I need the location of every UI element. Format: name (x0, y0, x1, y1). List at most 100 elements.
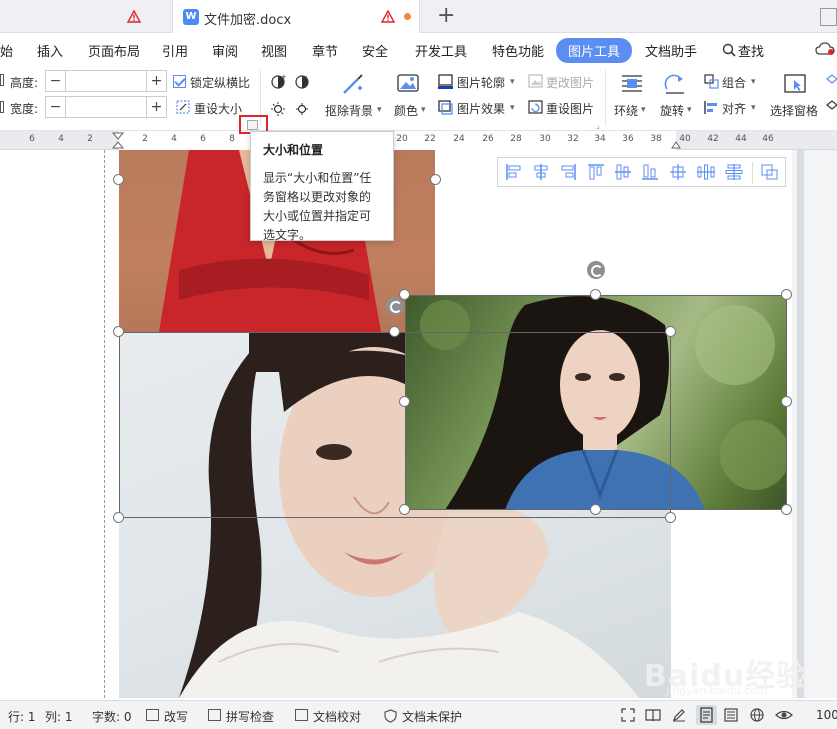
web-view-icon[interactable] (750, 708, 764, 725)
wrap-text-icon[interactable] (620, 73, 644, 98)
menu-start[interactable]: 始 (0, 41, 13, 60)
write-mode-icon[interactable] (672, 708, 686, 725)
menu-picture-tools[interactable]: 图片工具 (556, 38, 633, 63)
resize-handle[interactable] (399, 396, 410, 407)
resize-handle[interactable] (665, 512, 676, 523)
color-icon[interactable] (396, 72, 420, 99)
status-word-count[interactable]: 字数: 0 (92, 708, 132, 725)
group-button[interactable]: 组合 (722, 74, 746, 91)
menu-security[interactable]: 安全 (362, 41, 388, 60)
menu-references[interactable]: 引用 (162, 41, 188, 60)
width-increase-button[interactable]: + (146, 97, 166, 117)
reset-size-button[interactable]: 重设大小 (194, 100, 242, 117)
width-icon (0, 101, 4, 113)
align-left-icon[interactable] (504, 163, 524, 181)
distribute-vertical-icon[interactable] (724, 163, 744, 181)
menu-doc-assistant[interactable]: 文档助手 (645, 41, 697, 60)
align-center-both-icon[interactable] (668, 163, 688, 181)
resize-handle[interactable] (113, 326, 124, 337)
align-right-icon[interactable] (558, 163, 578, 181)
resize-handle[interactable] (590, 504, 601, 515)
tab-active-document[interactable]: W 文件加密.docx (172, 0, 420, 33)
height-input[interactable]: − + (45, 70, 167, 92)
new-tab-button[interactable]: + (437, 5, 455, 27)
status-proofread[interactable]: 文档校对 (313, 708, 361, 725)
resize-handle[interactable] (430, 174, 441, 185)
reset-picture-button[interactable]: 重设图片 (546, 100, 594, 117)
wrap-text-button[interactable]: 环绕 (614, 102, 638, 119)
rotate-handle-icon[interactable] (386, 297, 404, 315)
remove-background-icon[interactable] (340, 71, 366, 100)
resize-handle[interactable] (665, 326, 676, 337)
width-decrease-button[interactable]: − (46, 97, 66, 117)
resize-handle[interactable] (781, 289, 792, 300)
align-center-icon[interactable] (531, 163, 551, 181)
zoom-level[interactable]: 100 (816, 708, 837, 722)
align-middle-icon[interactable] (613, 163, 633, 181)
align-button[interactable]: 对齐 (722, 100, 746, 117)
document-canvas[interactable]: Baidu经验 jingyan.baidu.com (0, 150, 837, 698)
height-decrease-button[interactable]: − (46, 71, 66, 91)
status-protection[interactable]: 文档未保护 (402, 708, 462, 725)
resize-handle[interactable] (781, 396, 792, 407)
resize-handle[interactable] (781, 504, 792, 515)
menu-insert[interactable]: 插入 (37, 41, 63, 60)
menu-dev-tools[interactable]: 开发工具 (415, 41, 467, 60)
cloud-icon[interactable] (815, 42, 835, 59)
window-button[interactable] (820, 8, 837, 26)
ruler-tick: 6 (29, 134, 35, 144)
status-spellcheck[interactable]: 拼写检查 (226, 708, 274, 725)
width-input[interactable]: − + (45, 96, 167, 118)
height-increase-button[interactable]: + (146, 71, 166, 91)
ruler-tick: 34 (594, 134, 606, 144)
ruler-tick: 40 (679, 134, 691, 144)
remove-background-button[interactable]: 抠除背景 (325, 102, 373, 119)
rotate-handle-icon[interactable] (587, 261, 605, 279)
menu-view[interactable]: 视图 (261, 41, 287, 60)
menu-features[interactable]: 特色功能 (492, 41, 544, 60)
menu-review[interactable]: 审阅 (212, 41, 238, 60)
brightness-up-icon[interactable] (270, 100, 286, 119)
fullscreen-icon[interactable] (621, 708, 635, 725)
vertical-scrollbar[interactable] (797, 150, 804, 698)
change-picture-button[interactable]: 更改图片 (546, 74, 594, 91)
selection-pane-button[interactable]: 选择窗格 (770, 102, 818, 119)
search-icon[interactable] (722, 43, 736, 57)
menu-page-layout[interactable]: 页面布局 (88, 41, 140, 60)
menu-section[interactable]: 章节 (312, 41, 338, 60)
layer-up-icon[interactable] (826, 74, 837, 92)
resize-handle[interactable] (389, 326, 400, 337)
brightness-down-icon[interactable] (294, 100, 310, 119)
page-view-icon[interactable] (696, 705, 717, 725)
horizontal-ruler[interactable]: 6 4 2 2 4 6 8 20 22 24 26 28 30 32 34 36… (0, 131, 837, 150)
menu-find[interactable]: 查找 (738, 41, 764, 60)
distribute-horizontal-icon[interactable] (696, 163, 716, 181)
toolbar-separator (752, 162, 753, 184)
crop-layout-icon[interactable] (760, 163, 780, 181)
picture-outline-button[interactable]: 图片轮廓 (457, 74, 505, 91)
contrast-up-icon[interactable]: + (270, 73, 287, 92)
color-button[interactable]: 颜色 (394, 102, 418, 119)
group-launcher-icon[interactable]: ⌟ (596, 121, 600, 130)
resize-handle[interactable] (113, 174, 124, 185)
status-overwrite[interactable]: 改写 (164, 708, 188, 725)
resize-handle[interactable] (399, 504, 410, 515)
layer-down-icon[interactable] (826, 100, 837, 118)
align-top-icon[interactable] (586, 163, 606, 181)
rotate-button[interactable]: 旋转 (660, 102, 684, 119)
outline-view-icon[interactable] (724, 708, 738, 725)
resize-handle[interactable] (113, 512, 124, 523)
ruler-tick: 20 (396, 134, 408, 144)
eye-protection-icon[interactable] (775, 708, 793, 725)
align-bottom-icon[interactable] (640, 163, 660, 181)
picture-effect-button[interactable]: 图片效果 (457, 100, 505, 117)
resize-handle[interactable] (590, 289, 601, 300)
status-bar: 行: 1 列: 1 字数: 0 改写 拼写检查 文档校对 文档未保护 100 (0, 700, 837, 729)
lock-ratio-checkbox[interactable] (173, 75, 186, 88)
rotate-icon[interactable] (663, 73, 687, 98)
contrast-down-icon[interactable]: - (294, 73, 310, 92)
resize-handle[interactable] (399, 289, 410, 300)
tab-inactive-document[interactable] (0, 0, 170, 33)
selection-pane-icon[interactable] (783, 73, 807, 98)
reading-mode-icon[interactable] (645, 708, 661, 725)
